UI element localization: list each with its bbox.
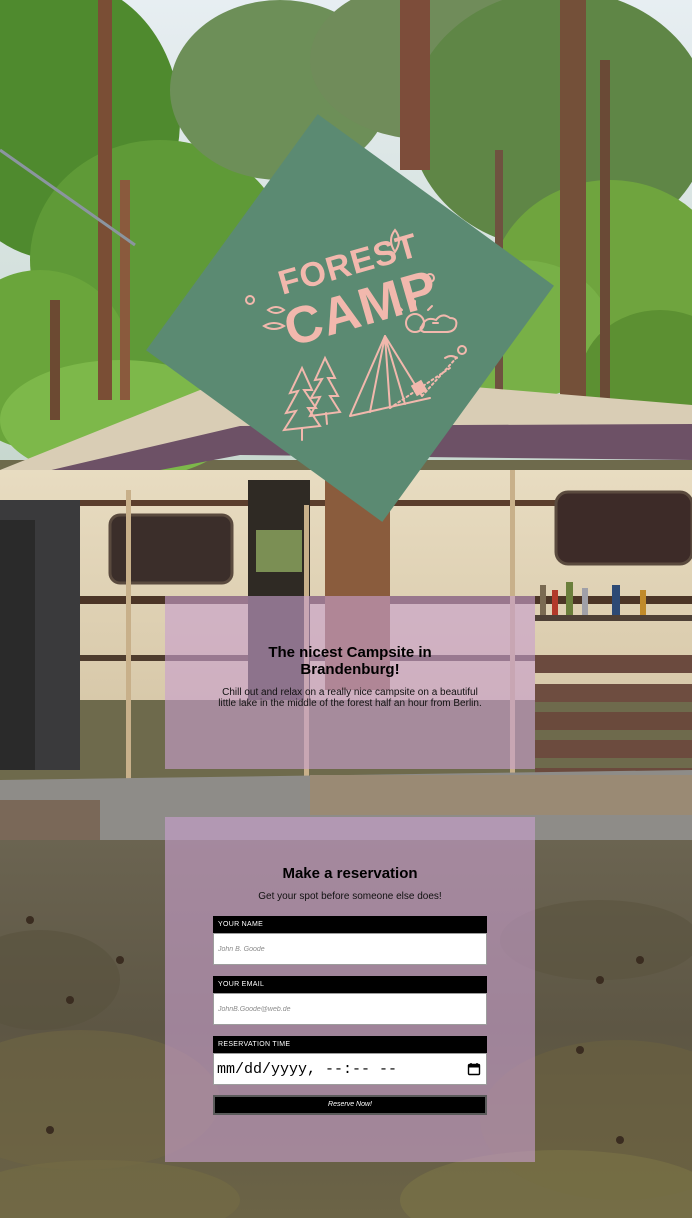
intro-description: Chill out and relax on a really nice cam… bbox=[218, 687, 482, 709]
reservation-form: YOUR NAME YOUR EMAIL RESERVATION TIME mm… bbox=[213, 916, 487, 1115]
reservation-time-value: mm/dd/yyyy, --:-- -- bbox=[217, 1060, 398, 1078]
reservation-title: Make a reservation bbox=[282, 865, 418, 882]
email-field-group: YOUR EMAIL bbox=[213, 976, 487, 1025]
name-label: YOUR NAME bbox=[213, 916, 487, 933]
forest-camp-logo: FOREST CAMP bbox=[146, 114, 554, 522]
reservation-panel: Make a reservation Get your spot before … bbox=[165, 817, 535, 1162]
reservation-time-input[interactable]: mm/dd/yyyy, --:-- -- bbox=[213, 1053, 487, 1085]
logo-artwork: FOREST CAMP bbox=[245, 226, 467, 441]
intro-title: The nicest Campsite in Brandenburg! bbox=[268, 644, 432, 678]
name-input[interactable] bbox=[213, 933, 487, 965]
reservation-time-field-group: RESERVATION TIME mm/dd/yyyy, --:-- -- bbox=[213, 1036, 487, 1085]
reserve-now-button[interactable]: Reserve Now! bbox=[213, 1095, 487, 1115]
reservation-subtitle: Get your spot before someone else does! bbox=[258, 891, 442, 902]
email-label: YOUR EMAIL bbox=[213, 976, 487, 993]
calendar-icon[interactable] bbox=[467, 1062, 481, 1076]
reservation-time-label: RESERVATION TIME bbox=[213, 1036, 487, 1053]
email-input[interactable] bbox=[213, 993, 487, 1025]
intro-panel: The nicest Campsite in Brandenburg! Chil… bbox=[165, 596, 535, 769]
name-field-group: YOUR NAME bbox=[213, 916, 487, 965]
